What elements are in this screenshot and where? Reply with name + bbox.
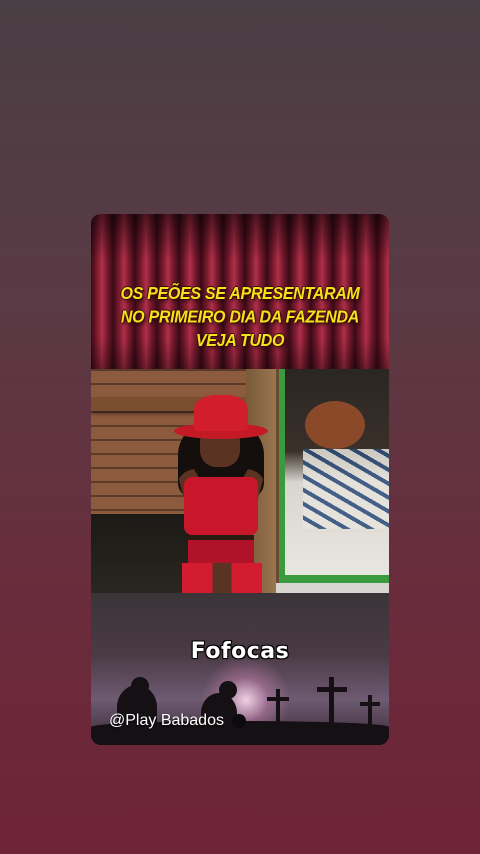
silhouette-head [219, 681, 237, 699]
red-top [184, 477, 258, 535]
headline-line-3: VEJA TUDO [195, 331, 285, 351]
cross-arm [317, 687, 347, 692]
cross-arm [360, 702, 380, 706]
wall-strip [276, 583, 389, 593]
cross-icon [368, 695, 372, 727]
person-in-red-outfit [166, 389, 276, 593]
video-frame[interactable] [91, 369, 389, 593]
brand-title: Fofocas [190, 639, 290, 664]
story-card[interactable]: OS PEÕES SE APRESENTARAM NO PRIMEIRO DIA… [91, 214, 389, 745]
red-boots [182, 563, 262, 593]
headline-line-2: NO PRIMEIRO DIA DA FAZENDA [120, 307, 360, 328]
cowboy-hat-icon [194, 395, 248, 431]
account-handle[interactable]: @Play Babados [109, 712, 224, 730]
silhouette-head [131, 677, 149, 695]
headline: OS PEÕES SE APRESENTARAM NO PRIMEIRO DIA… [91, 282, 389, 353]
promo-footer: Fofocas @Play Babados [91, 593, 389, 745]
cross-icon [276, 689, 280, 723]
rose-icon [232, 714, 246, 728]
cross-arm [267, 697, 289, 701]
patterned-rug [303, 449, 389, 529]
cross-icon [329, 677, 334, 727]
headline-line-1: OS PEÕES SE APRESENTARAM [120, 284, 360, 304]
pouf [305, 401, 365, 449]
